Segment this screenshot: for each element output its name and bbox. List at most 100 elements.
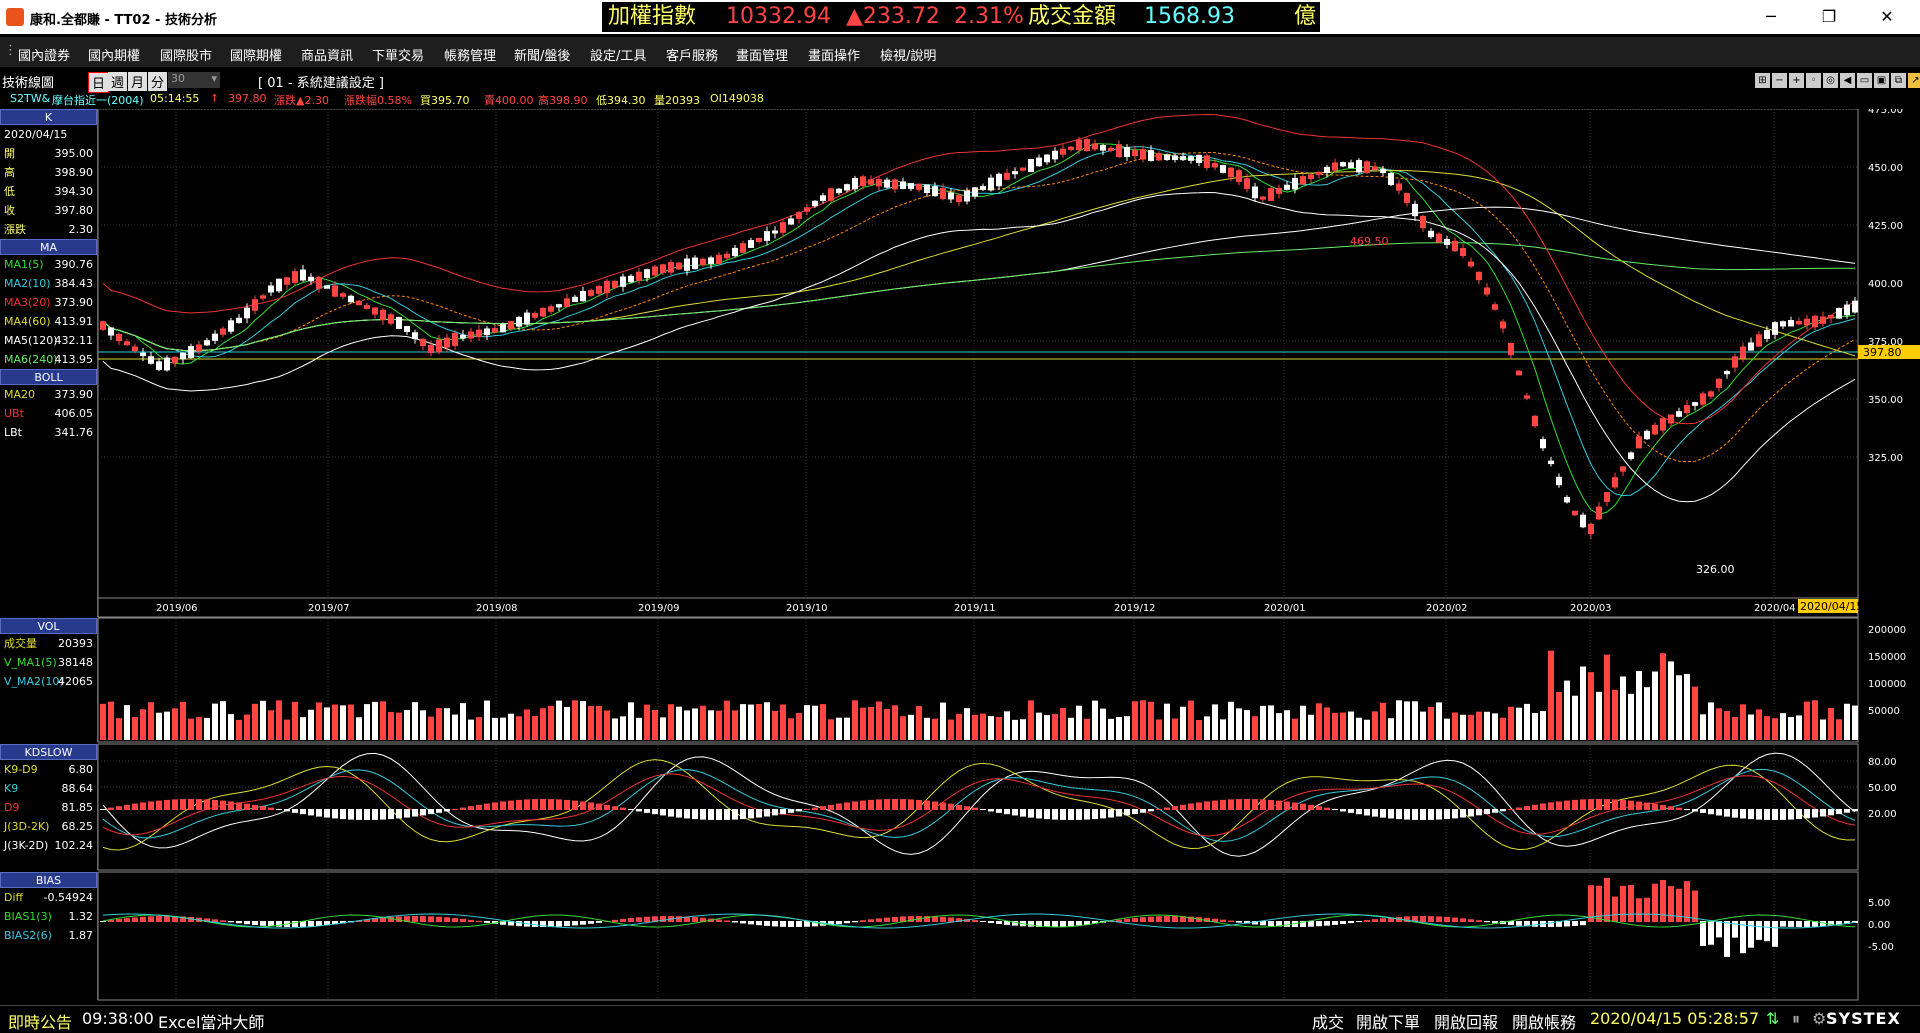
candle-body [156,361,162,370]
kd-bar [1092,809,1098,820]
menu-item[interactable]: 檢視/說明 [880,45,936,64]
menu-item[interactable]: 下單交易 [372,45,424,64]
candle-body [420,338,426,346]
news-label[interactable]: 即時公告 [8,1009,72,1033]
menu-item[interactable]: 客戶服務 [666,45,718,64]
volume-bar [1852,705,1858,740]
menu-item[interactable]: 國際股市 [160,45,212,64]
candle-body [1820,316,1826,324]
volume-bar [788,718,794,740]
kd-bar [1220,799,1226,810]
kd-bar [1284,801,1290,810]
menu-item[interactable]: 新聞/盤後 [514,45,570,64]
candle-body [1428,230,1434,238]
kd-bar [1084,809,1090,820]
period-week-button[interactable]: 週 [108,72,128,91]
candle-body [652,266,658,276]
minimize-icon[interactable]: ─ [1756,6,1786,28]
kd-bar [1724,809,1730,817]
candle-body [724,253,730,259]
kd-bar [516,799,522,810]
panel-title: 技術線圖 [2,76,55,91]
kd-bar [524,799,530,810]
volume-bar [284,719,290,740]
volume-bar [540,708,546,740]
menu-item[interactable]: 國內期權 [88,45,140,64]
month-tick-label: 2020/03 [1570,603,1612,614]
bias-bar [1340,921,1346,925]
menu-item[interactable]: 國際期權 [230,45,282,64]
candle-body [1604,492,1610,502]
settings-icon[interactable]: ⚙ [1812,1009,1826,1028]
save-icon[interactable]: ▣ [1874,73,1889,88]
kd-bar [244,803,250,810]
candle-body [812,200,818,207]
window-icon[interactable]: ▭ [1857,73,1872,88]
volume-bar [740,704,746,740]
period-month-button[interactable]: 月 [128,72,148,91]
menu-item[interactable]: 商品資訊 [301,45,353,64]
k-value: 2.30 [68,223,94,236]
candle-body [540,307,546,317]
minus-icon[interactable]: − [1772,73,1787,88]
ma-row: MA1(5) 390.76 [0,255,97,274]
kd-bar [1140,809,1146,813]
close-icon[interactable]: ✕ [1872,6,1902,28]
volume-bar [268,710,274,740]
candle-body [1764,330,1770,339]
kd-bar [1700,809,1706,813]
quote-price: 397.80 [228,92,267,105]
plus-icon[interactable]: + [1789,73,1804,88]
export-icon[interactable]: ↗ [1908,73,1920,88]
menu-item[interactable]: 帳務管理 [444,45,496,64]
volume-bar [972,714,978,740]
open-account-button[interactable]: 開啟帳務 [1512,1009,1576,1033]
kd-bar [1572,799,1578,810]
menu-item[interactable]: 畫面管理 [736,45,788,64]
period-minute-button[interactable]: 分 [148,72,168,91]
kd-bar [220,800,226,810]
bias-bar [420,916,426,922]
bias-bar [988,921,994,924]
menu-item[interactable]: 設定/工具 [590,45,646,64]
trade-button[interactable]: 成交 [1312,1009,1344,1033]
technical-chart[interactable]: 475.00450.00425.00400.00375.00350.00325.… [98,109,1920,1002]
open-order-button[interactable]: 開啟下單 [1356,1009,1420,1033]
brand-logo: SYSTEX [1826,1009,1901,1028]
bias-bar [780,921,786,927]
kd-bar [1732,809,1738,818]
menu-item[interactable]: 國內證券 [18,45,70,64]
volume-bar [772,710,778,740]
k-label: 低 [4,185,15,198]
volume-bar [316,702,322,740]
open-report-button[interactable]: 開啟回報 [1434,1009,1498,1033]
scheme-label[interactable]: [ 01 - 系統建議設定 ] [258,72,384,91]
zoom-in-icon[interactable]: ◎ [1823,73,1838,88]
layers-icon[interactable]: ⧉ [1891,73,1906,88]
price-tick-label: 350.00 [1868,395,1903,406]
candle-body [660,264,666,274]
vol-label: V_MA1(5) [4,656,57,669]
bias-bar [532,921,538,927]
crosshair-icon[interactable]: ⊞ [1755,73,1770,88]
volume-bar [636,717,642,740]
volume-bar [812,705,818,740]
minute-select[interactable]: 30 ▾ [168,72,220,88]
scroll-left-icon[interactable]: ◀ [1840,73,1855,88]
kd-bar [340,809,346,820]
zoom-out-icon[interactable]: ◦ [1806,73,1821,88]
menu-item[interactable]: 畫面操作 [808,45,860,64]
bias-bar [996,921,1002,924]
kd-bar [1540,803,1546,810]
volume-bar [132,717,138,740]
month-tick-label: 2019/10 [786,603,828,614]
boll-row: MA20 373.90 [0,385,97,404]
restore-icon[interactable]: ❐ [1814,6,1844,28]
period-day-button[interactable]: 日 [88,72,110,93]
news-text[interactable]: Excel當沖大師 [158,1009,264,1033]
pause-icon[interactable]: ⏸ [1792,1009,1800,1029]
volume-bar [444,708,450,740]
kd-row: J(3K-2D) 102.24 [0,836,97,855]
bias-bar [1316,921,1322,927]
kd-bar [380,809,386,820]
